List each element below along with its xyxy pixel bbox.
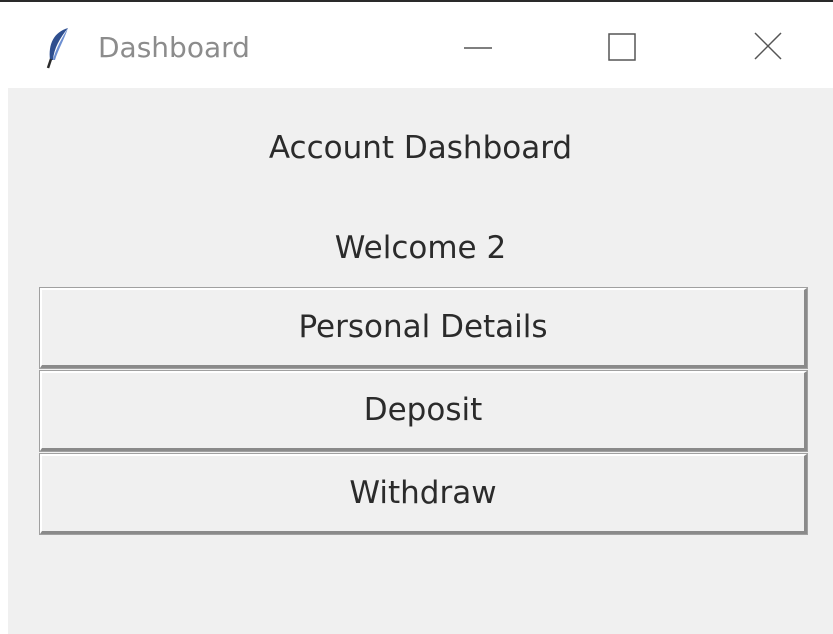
maximize-button[interactable] — [592, 16, 652, 76]
maximize-icon — [608, 33, 636, 61]
close-icon — [754, 32, 782, 60]
minimize-icon — [464, 47, 492, 49]
close-button[interactable] — [738, 16, 798, 76]
window-title: Dashboard — [98, 31, 250, 64]
screen-top-edge — [0, 0, 833, 8]
welcome-label: Welcome 2 — [334, 230, 507, 266]
dashboard-content: Account Dashboard Welcome 2 Personal Det… — [8, 88, 833, 634]
dashboard-window: Dashboard Account Dashboard Welcome 2 Pe… — [8, 8, 833, 634]
page-title: Account Dashboard — [268, 130, 573, 166]
deposit-button[interactable]: Deposit — [40, 371, 807, 451]
feather-icon — [44, 26, 74, 70]
withdraw-button[interactable]: Withdraw — [40, 454, 807, 534]
minimize-button[interactable] — [448, 16, 508, 76]
personal-details-button[interactable]: Personal Details — [40, 288, 807, 368]
title-bar[interactable]: Dashboard — [8, 8, 833, 88]
